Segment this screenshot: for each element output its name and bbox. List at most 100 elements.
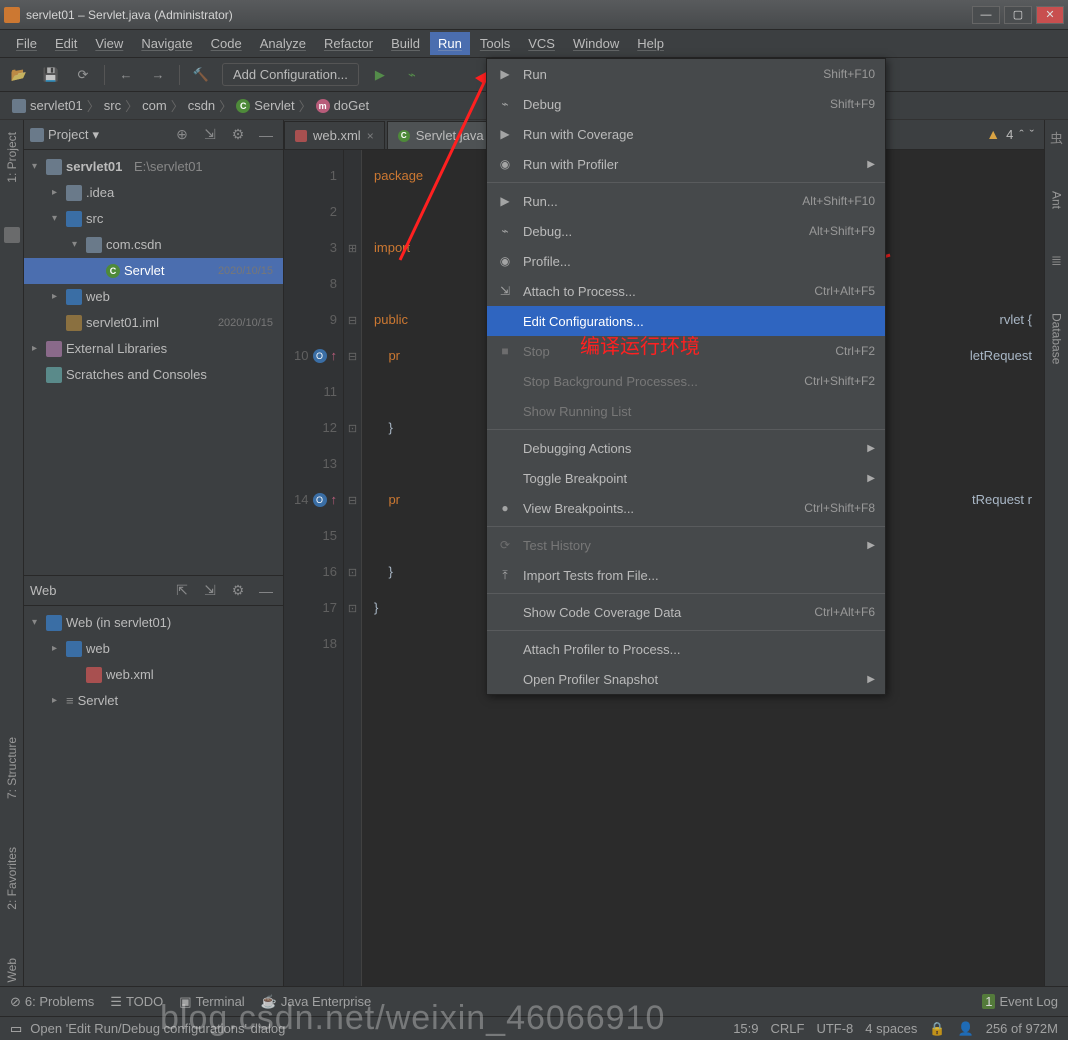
tree-item-selected[interactable]: CServlet2020/10/15 [24,258,283,284]
bc-doget[interactable]: mdoGet [316,98,369,113]
web-tree-root[interactable]: ▾Web (in servlet01) [24,610,283,636]
warnings-badge[interactable]: ▲4 ˆˇ [986,126,1034,142]
menu-vcs[interactable]: VCS [520,32,563,55]
menu-window[interactable]: Window [565,32,627,55]
tab-web[interactable]: Web [3,954,21,986]
left-sidebar: 1: Project 7: Structure 2: Favorites Web [0,120,24,986]
je-tab[interactable]: ☕Java Enterprise [261,994,372,1010]
menu-help[interactable]: Help [629,32,672,55]
status-eol[interactable]: CRLF [771,1021,805,1036]
minimize-button[interactable]: — [972,6,1000,24]
folder-icon[interactable] [4,227,20,243]
menu-refactor[interactable]: Refactor [316,32,381,55]
collapse-icon[interactable]: ⇱ [171,580,193,602]
forward-icon[interactable]: → [147,64,169,86]
run-icon[interactable]: ▶ [369,64,391,86]
menu-item[interactable]: Attach Profiler to Process... [487,634,885,664]
expand-icon[interactable]: ⇲ [199,124,221,146]
menu-item[interactable]: Debugging Actions▶ [487,433,885,463]
menu-item[interactable]: ⌁Debug...Alt+Shift+F9 [487,216,885,246]
menu-item[interactable]: ◉Run with Profiler▶ [487,149,885,179]
tab-ant[interactable]: Ant [1048,187,1066,213]
menu-item[interactable]: ●View Breakpoints...Ctrl+Shift+F8 [487,493,885,523]
open-icon[interactable]: 📂 [8,64,30,86]
locate-icon[interactable]: ⊕ [171,124,193,146]
status-memory[interactable]: 256 of 972M [986,1021,1058,1036]
menu-run[interactable]: Run [430,32,470,55]
tree-item[interactable]: servlet01.iml2020/10/15 [24,310,283,336]
close-button[interactable]: ✕ [1036,6,1064,24]
menu-file[interactable]: File [8,32,45,55]
project-panel: Project ▾ ⊕ ⇲ ⚙ — ▾servlet01 E:\servlet0… [24,120,284,986]
terminal-tab[interactable]: ▣Terminal [179,994,244,1010]
hide-icon[interactable]: — [255,580,277,602]
tree-item[interactable]: ▾src [24,206,283,232]
fold-gutter[interactable]: ⊞ ⊟ ⊟ ⊡ ⊟ ⊡ ⊡ [344,150,362,986]
menu-edit[interactable]: Edit [47,32,85,55]
tree-item[interactable]: ▾com.csdn [24,232,283,258]
menu-navigate[interactable]: Navigate [133,32,200,55]
menu-item[interactable]: Open Profiler Snapshot▶ [487,664,885,694]
menu-item[interactable]: Edit Configurations... [487,306,885,336]
tree-item[interactable]: web.xml [24,662,283,688]
tree-item[interactable]: ▸≡Servlet [24,688,283,714]
right-sidebar: ⾍ Ant ≣ Database [1044,120,1068,986]
menu-item[interactable]: Show Code Coverage DataCtrl+Alt+F6 [487,597,885,627]
tab-project[interactable]: 1: Project [3,128,21,187]
settings-icon[interactable]: ⚙ [227,580,249,602]
tree-root[interactable]: ▾servlet01 E:\servlet01 [24,154,283,180]
web-panel-title: Web [30,583,165,598]
titlebar: servlet01 – Servlet.java (Administrator)… [0,0,1068,30]
eventlog-tab[interactable]: 1Event Log [982,994,1058,1009]
back-icon[interactable]: ← [115,64,137,86]
lock-icon[interactable]: 🔒 [929,1021,945,1037]
menu-item[interactable]: ⤒Import Tests from File... [487,560,885,590]
menu-item[interactable]: ▶Run with Coverage [487,119,885,149]
menu-item[interactable]: ⌁DebugShift+F9 [487,89,885,119]
problems-tab[interactable]: ⊘6: Problems [10,994,94,1010]
tab-database[interactable]: Database [1048,309,1066,368]
menu-analyze[interactable]: Analyze [252,32,314,55]
build-icon[interactable]: 🔨 [190,64,212,86]
todo-tab[interactable]: ☰TODO [110,994,163,1010]
tab-favorites[interactable]: 2: Favorites [3,843,21,914]
hide-icon[interactable]: — [255,124,277,146]
menu-tools[interactable]: Tools [472,32,518,55]
tab-structure[interactable]: 7: Structure [3,733,21,803]
bc-servlet[interactable]: CServlet [236,98,294,113]
menu-item[interactable]: ▶RunShift+F10 [487,59,885,89]
menu-code[interactable]: Code [203,32,250,55]
status-indent[interactable]: 4 spaces [865,1021,917,1036]
expand-all-icon[interactable]: ⇲ [199,580,221,602]
maximize-button[interactable]: ▢ [1004,6,1032,24]
tree-item[interactable]: ▸web [24,636,283,662]
save-icon[interactable]: 💾 [40,64,62,86]
menu-item[interactable]: Toggle Breakpoint▶ [487,463,885,493]
tree-item[interactable]: ▸web [24,284,283,310]
statusbar: ▭ Open 'Edit Run/Debug configurations' d… [0,1016,1068,1040]
menu-item: Show Running List [487,396,885,426]
menu-item: ■StopCtrl+F2 [487,336,885,366]
tree-external[interactable]: ▸External Libraries [24,336,283,362]
bc-com[interactable]: com [142,98,167,113]
add-configuration-button[interactable]: Add Configuration... [222,63,359,86]
menu-item[interactable]: ◉Profile... [487,246,885,276]
tree-item[interactable]: ▸.idea [24,180,283,206]
debug-icon[interactable]: ⌁ [401,64,423,86]
menu-view[interactable]: View [87,32,131,55]
status-position[interactable]: 15:9 [733,1021,758,1036]
tab-webxml[interactable]: web.xml× [284,121,385,149]
refresh-icon[interactable]: ⟳ [72,64,94,86]
menu-build[interactable]: Build [383,32,428,55]
menu-item[interactable]: ▶Run...Alt+Shift+F10 [487,186,885,216]
bc-csdn[interactable]: csdn [188,98,215,113]
status-encoding[interactable]: UTF-8 [816,1021,853,1036]
user-icon[interactable]: 👤 [958,1021,974,1037]
bc-src[interactable]: src [104,98,121,113]
run-menu: ▶RunShift+F10⌁DebugShift+F9▶Run with Cov… [486,58,886,695]
line-gutter: 1 2 3 8 9 10O↑ 11 12 13 14O↑ 15 16 17 18 [284,150,344,986]
bc-project[interactable]: servlet01 [12,98,83,113]
tree-scratches[interactable]: Scratches and Consoles [24,362,283,388]
menu-item[interactable]: ⇲Attach to Process...Ctrl+Alt+F5 [487,276,885,306]
settings-icon[interactable]: ⚙ [227,124,249,146]
